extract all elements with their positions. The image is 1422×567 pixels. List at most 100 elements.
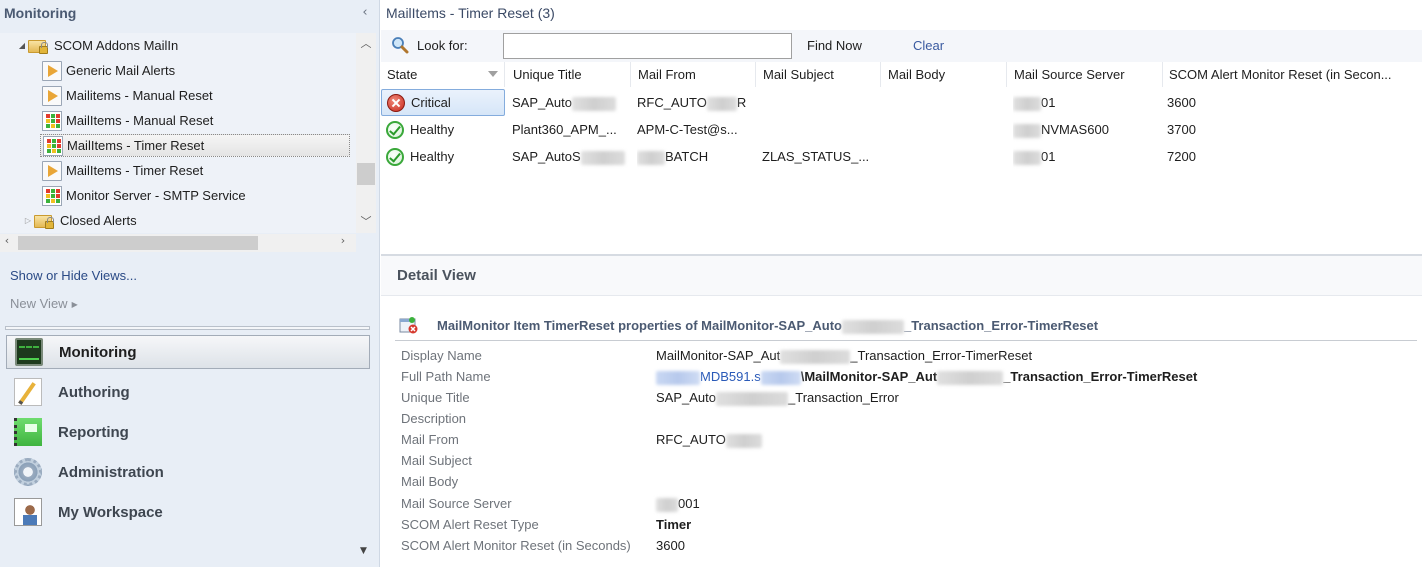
scroll-down-icon[interactable]: ﹀ <box>356 213 376 231</box>
properties-title: MailMonitor Item TimerReset properties o… <box>437 318 1098 334</box>
collapse-pane-button[interactable]: ‹ <box>358 5 372 21</box>
value-text: 001 <box>678 496 700 511</box>
tree-item-closed-alerts[interactable]: ▷ Closed Alerts <box>22 209 137 232</box>
workspace-administration-button[interactable]: Administration <box>6 455 370 489</box>
workspace-label: Reporting <box>58 423 129 441</box>
table-row[interactable]: Healthy Plant360_APM_... APM-C-Test@s...… <box>381 116 1422 143</box>
table-row[interactable]: Critical SAP_Auto RFC_AUTO R 01 3600 <box>381 89 1422 116</box>
column-header-mail-from[interactable]: Mail From <box>632 62 756 87</box>
column-header-mail-source-server[interactable]: Mail Source Server <box>1008 62 1163 87</box>
scrollbar-thumb[interactable] <box>18 236 258 250</box>
state-grid: State Unique Title Mail From Mail Subjec… <box>381 62 1422 254</box>
tree-item-mailitems-manual-reset-state[interactable]: MailItems - Manual Reset <box>42 109 213 132</box>
property-key: Mail Subject <box>401 453 472 468</box>
property-key: Mail From <box>401 432 459 447</box>
property-unique-title: Unique Title SAP_Auto _Transaction_Error <box>401 388 1401 409</box>
state-cell: Healthy <box>381 143 505 170</box>
property-mail-body: Mail Body <box>401 472 1401 493</box>
column-header-reset-seconds[interactable]: SCOM Alert Monitor Reset (in Secon... <box>1163 62 1422 87</box>
locked-folder-icon <box>34 211 56 231</box>
unique-title-cell: Plant360_APM_... <box>512 122 617 137</box>
column-header-state[interactable]: State <box>381 62 505 87</box>
collapsed-triangle-icon[interactable]: ▷ <box>22 216 34 225</box>
reporting-icon <box>14 418 42 446</box>
tree-horizontal-scrollbar[interactable]: ‹ › <box>0 234 356 252</box>
detail-view-header: Detail View <box>381 256 1422 296</box>
mail-from-cell: APM-C-Test@s... <box>637 122 738 137</box>
scroll-left-icon[interactable]: ‹ <box>0 234 14 252</box>
workspace-my-workspace-button[interactable]: My Workspace <box>6 495 370 529</box>
new-view-menu[interactable]: New View ▶ <box>10 296 78 311</box>
find-now-button[interactable]: Find Now <box>807 38 862 53</box>
redacted-text <box>656 497 678 512</box>
redacted-text <box>716 391 788 406</box>
property-value: MailMonitor-SAP_Aut _Transaction_Error-Ti… <box>656 348 1032 364</box>
scrollbar-thumb[interactable] <box>357 163 375 185</box>
navigation-pane: Monitoring ‹ ◢ SCOM Addons MailIn Generi… <box>0 0 380 567</box>
redacted-text <box>656 370 700 385</box>
critical-icon <box>387 93 405 112</box>
pane-splitter[interactable] <box>5 326 370 330</box>
search-icon <box>392 37 409 54</box>
value-text: RFC_AUTO <box>656 432 726 447</box>
properties-title-row: MailMonitor Item TimerReset properties o… <box>395 314 1417 341</box>
tree-item-mailitems-timer-reset-alerts[interactable]: MailItems - Timer Reset <box>42 159 203 182</box>
cell-text: SAP_AutoS <box>512 149 581 164</box>
tree-item-monitor-server-smtp[interactable]: Monitor Server - SMTP Service <box>42 184 246 207</box>
clear-button[interactable]: Clear <box>913 38 944 53</box>
redacted-text <box>580 150 625 165</box>
workspace-reporting-button[interactable]: Reporting <box>6 415 370 449</box>
property-key: Unique Title <box>401 390 470 405</box>
folder-tree: ◢ SCOM Addons MailIn Generic Mail Alerts… <box>0 33 356 233</box>
search-input[interactable] <box>503 33 792 59</box>
monitor-item-error-icon <box>399 317 418 334</box>
detail-view-title: Detail View <box>397 267 476 284</box>
workspace-authoring-button[interactable]: Authoring <box>6 375 370 409</box>
tree-item-label: MailItems - Manual Reset <box>66 113 214 128</box>
more-workspaces-dropdown-icon[interactable]: ▼ <box>360 546 367 556</box>
cell-text: R <box>736 95 747 110</box>
state-view-icon <box>42 110 62 131</box>
monitoring-icon <box>15 338 43 366</box>
column-header-unique-title[interactable]: Unique Title <box>507 62 631 87</box>
redacted-text <box>572 96 616 111</box>
cell-text: BATCH <box>665 149 709 164</box>
tree-item-scom-addons-mailin[interactable]: ◢ SCOM Addons MailIn <box>16 34 178 57</box>
title-text: _Transaction_Error-TimerReset <box>903 318 1099 333</box>
mail-subject-cell: ZLAS_STATUS_... <box>762 149 870 164</box>
workspace-label: Monitoring <box>59 343 137 361</box>
alert-view-icon <box>42 60 62 81</box>
source-server-cell: NVMAS600 <box>1013 116 1163 143</box>
workspace-monitoring-button[interactable]: Monitoring <box>6 335 370 369</box>
tree-vertical-scrollbar[interactable]: ︿ ﹀ <box>356 33 376 233</box>
table-row[interactable]: Healthy SAP_AutoS BATCH ZLAS_STATUS_... … <box>381 143 1422 170</box>
redacted-text <box>637 150 665 165</box>
property-mail-from: Mail From RFC_AUTO <box>401 430 1401 451</box>
scroll-up-icon[interactable]: ︿ <box>356 35 376 53</box>
value-text: _Transaction_Error-TimerReset <box>850 348 1033 363</box>
tree-item-mailitems-timer-reset-state[interactable]: MailItems - Timer Reset <box>40 134 350 157</box>
tree-item-generic-mail-alerts[interactable]: Generic Mail Alerts <box>42 59 175 82</box>
property-value: SAP_Auto _Transaction_Error <box>656 390 899 406</box>
redacted-text <box>1013 96 1041 111</box>
chevron-left-icon: ‹ <box>362 5 368 20</box>
property-value: Timer <box>656 517 692 532</box>
scroll-right-icon[interactable]: › <box>336 234 350 252</box>
property-mail-subject: Mail Subject <box>401 451 1401 472</box>
property-key: Display Name <box>401 348 482 363</box>
state-label: Healthy <box>410 149 455 164</box>
mail-from-cell: BATCH <box>637 143 757 170</box>
tree-item-mailitems-manual-reset-alerts[interactable]: Mailitems - Manual Reset <box>42 84 213 107</box>
grid-header: State Unique Title Mail From Mail Subjec… <box>381 62 1422 87</box>
healthy-icon <box>386 120 404 139</box>
tree-item-label: Mailitems - Manual Reset <box>66 88 213 103</box>
property-value[interactable]: MDB591.s \MailMonitor-SAP_Aut _Transaction… <box>656 369 1197 385</box>
redacted-text <box>937 370 1004 385</box>
show-hide-views-link[interactable]: Show or Hide Views... <box>10 268 137 283</box>
column-header-mail-body[interactable]: Mail Body <box>882 62 1007 87</box>
administration-icon <box>14 458 42 486</box>
tree-item-label: SCOM Addons MailIn <box>54 38 179 53</box>
expanded-triangle-icon[interactable]: ◢ <box>16 41 28 50</box>
column-header-mail-subject[interactable]: Mail Subject <box>757 62 881 87</box>
column-label: State <box>387 67 418 82</box>
